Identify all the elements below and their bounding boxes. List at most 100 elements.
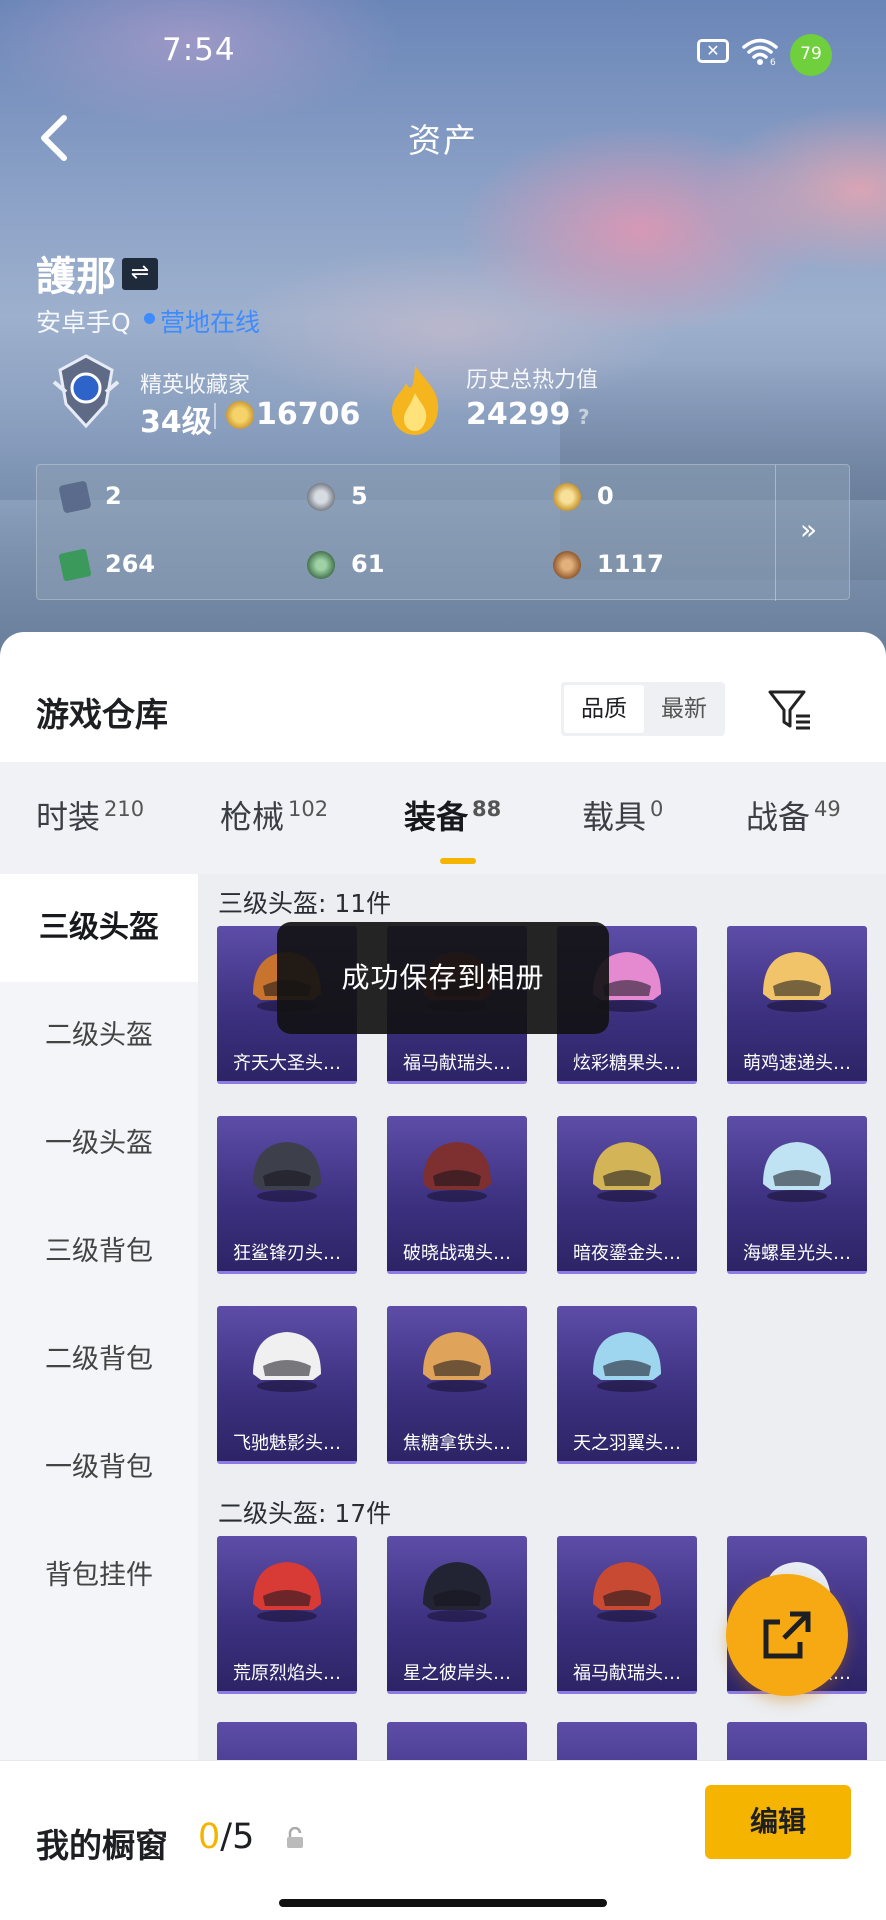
tab-label: 载具 — [582, 798, 647, 836]
helmet-icon — [593, 1142, 661, 1202]
green-ticket-icon — [58, 548, 92, 582]
tab-equipment[interactable]: 装备 88 — [404, 792, 501, 838]
item-name: 暗夜鎏金头… — [573, 1243, 681, 1264]
sort-by-quality[interactable]: 品质 — [564, 685, 644, 733]
helmet-icon — [253, 1142, 321, 1202]
showcase-total: /5 — [220, 1817, 255, 1857]
tab-vehicles[interactable]: 载具 0 — [582, 792, 663, 838]
user-name: 護那 — [36, 254, 116, 300]
switch-account-icon[interactable]: ⇌ — [122, 258, 158, 290]
helmet-icon — [763, 952, 831, 1012]
heat-value: 24299 — [466, 397, 571, 432]
item-name: 海螺星光头… — [743, 1243, 851, 1264]
item-card[interactable]: 飞驰魅影头… — [217, 1306, 357, 1464]
resource-value: 0 — [597, 482, 614, 510]
item-name: 狂鲨锋刃头… — [233, 1243, 341, 1264]
status-time: 7:54 — [162, 32, 236, 68]
item-name: 齐天大圣头… — [233, 1053, 341, 1074]
platform-label: 安卓手Q — [36, 308, 131, 337]
online-status: 营地在线 — [160, 308, 261, 337]
helmet-icon — [763, 1142, 831, 1202]
sidebar-item-level2-backpack[interactable]: 二级背包 — [0, 1306, 198, 1414]
tab-label: 时装 — [36, 798, 101, 836]
resource-value: 1117 — [597, 550, 664, 578]
bronze-orb-icon — [553, 551, 581, 579]
tab-fashion[interactable]: 时装 210 — [36, 792, 144, 838]
gold-coin-icon — [553, 483, 581, 511]
tab-weapons[interactable]: 枪械 102 — [220, 792, 328, 838]
card-icon — [58, 480, 92, 514]
showcase-count: 0/5 — [198, 1817, 254, 1857]
showcase-current: 0 — [198, 1817, 221, 1857]
helmet-icon — [423, 1332, 491, 1392]
page-title: 资产 — [408, 121, 478, 160]
online-dot — [144, 313, 155, 324]
item-name: 福马献瑞头… — [573, 1663, 681, 1684]
item-card[interactable]: 暗夜鎏金头… — [557, 1116, 697, 1274]
coin-icon — [226, 401, 254, 429]
helmet-icon — [593, 1332, 661, 1392]
tab-count: 210 — [104, 797, 145, 822]
item-card[interactable]: 荒原烈焰头… — [217, 1536, 357, 1694]
item-card[interactable]: 破晓战魂头… — [387, 1116, 527, 1274]
item-card[interactable]: 狂鲨锋刃头… — [217, 1116, 357, 1274]
tab-label: 装备 — [404, 798, 469, 836]
helmet-icon — [423, 1562, 491, 1622]
divider — [775, 465, 776, 601]
battery-indicator: 79 — [790, 34, 832, 76]
item-name: 福马献瑞头… — [403, 1053, 511, 1074]
item-card[interactable]: 福马献瑞头… — [557, 1536, 697, 1694]
item-card[interactable]: 星之彼岸头… — [387, 1536, 527, 1694]
green-orb-icon — [307, 551, 335, 579]
rank-level: 34级 — [140, 405, 212, 440]
chevron-right-double-icon[interactable]: » — [800, 513, 817, 546]
item-card[interactable]: 天之羽翼头… — [557, 1306, 697, 1464]
edit-button[interactable]: 编辑 — [705, 1785, 851, 1859]
category-tabs: 时装 210 枪械 102 装备 88 载具 0 战备 49 — [0, 762, 886, 874]
item-name: 萌鸡速递头… — [743, 1053, 851, 1074]
sidebar-item-level3-backpack[interactable]: 三级背包 — [0, 1198, 198, 1306]
warehouse-title: 游戏仓库 — [36, 695, 168, 734]
sidebar-item-level1-helmet[interactable]: 一级头盔 — [0, 1090, 198, 1198]
lock-icon — [287, 1827, 303, 1848]
resource-panel: 2 5 0 264 61 1117 » — [36, 464, 850, 601]
item-name: 炫彩糖果头… — [573, 1053, 681, 1074]
network-label: 6 — [770, 58, 776, 66]
sidebar-item-level1-backpack[interactable]: 一级背包 — [0, 1414, 198, 1522]
collector-badge-icon — [52, 354, 120, 429]
filter-icon[interactable] — [766, 688, 812, 732]
flame-icon — [392, 365, 439, 435]
tab-label: 枪械 — [220, 798, 285, 836]
tab-count: 49 — [814, 797, 841, 822]
gray-coin-icon — [307, 483, 335, 511]
wifi-icon: 6 — [742, 38, 778, 66]
helmet-icon — [253, 1332, 321, 1392]
heat-title: 历史总热力值 — [466, 368, 599, 393]
sort-by-newest[interactable]: 最新 — [644, 685, 724, 733]
showcase-bar: 我的橱窗 0/5 编辑 — [0, 1760, 886, 1920]
tab-supplies[interactable]: 战备 49 — [746, 792, 841, 838]
rank-title: 精英收藏家 — [140, 373, 251, 398]
item-name: 星之彼岸头… — [403, 1663, 511, 1684]
showcase-label: 我的橱窗 — [36, 1826, 168, 1865]
item-name: 破晓战魂头… — [403, 1243, 511, 1264]
share-button[interactable] — [726, 1574, 848, 1696]
tab-count: 0 — [650, 797, 664, 822]
sim-off-icon: ✕ — [697, 39, 729, 63]
tab-count: 88 — [472, 797, 502, 822]
sidebar-item-backpack-charm[interactable]: 背包挂件 — [0, 1522, 198, 1630]
toast-message: 成功保存到相册 — [277, 922, 609, 1034]
helmet-icon — [593, 1562, 661, 1622]
item-card[interactable]: 海螺星光头… — [727, 1116, 867, 1274]
sidebar-item-level2-helmet[interactable]: 二级头盔 — [0, 982, 198, 1090]
help-icon[interactable]: ? — [578, 405, 590, 429]
tab-active-indicator — [440, 858, 476, 864]
item-card[interactable]: 焦糖拿铁头… — [387, 1306, 527, 1464]
item-card[interactable]: 萌鸡速递头… — [727, 926, 867, 1084]
sidebar-item-level3-helmet[interactable]: 三级头盔 — [0, 874, 198, 982]
resource-value: 5 — [351, 482, 368, 510]
section-title: 二级头盔: 17件 — [218, 1499, 392, 1528]
tab-count: 102 — [288, 797, 329, 822]
resource-value: 264 — [105, 550, 156, 578]
item-name: 天之羽翼头… — [573, 1433, 681, 1454]
